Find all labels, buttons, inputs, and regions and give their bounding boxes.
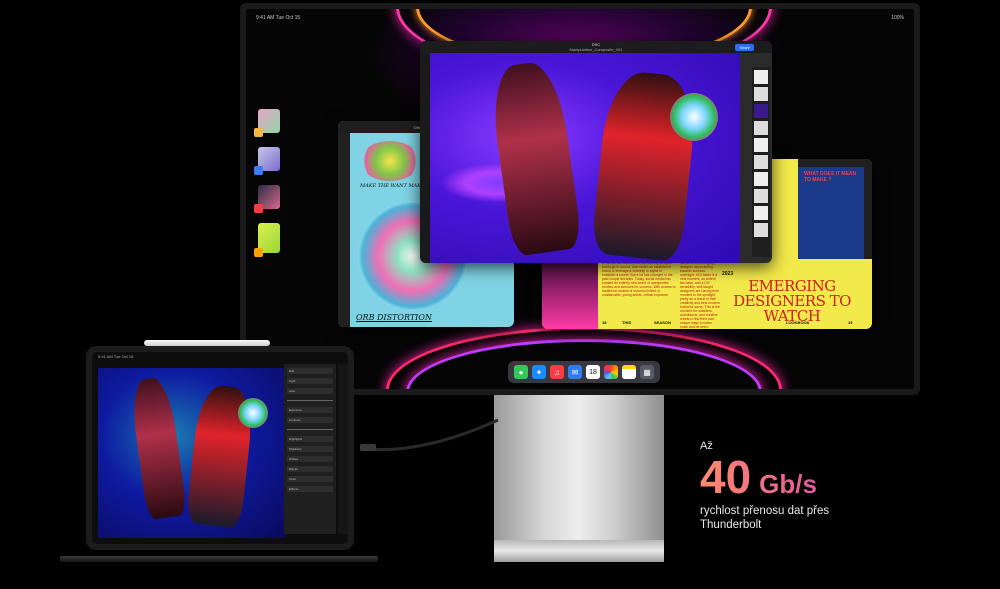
window-titlebar: DSC Manipulation_Composite_001 Share: [420, 41, 772, 53]
issue-year: 2023: [722, 271, 734, 277]
ipad-tool-sidebar[interactable]: [338, 364, 348, 534]
layer-thumb[interactable]: [754, 172, 768, 186]
layer-thumb[interactable]: [754, 104, 768, 118]
stage-manager-thumb[interactable]: [254, 185, 280, 213]
layer-thumb[interactable]: [754, 70, 768, 84]
footer-word: SEASON: [654, 320, 671, 325]
magic-keyboard: [60, 556, 378, 562]
panel-row[interactable]: Whites: [287, 456, 333, 462]
article-column: can send an emerging designer skyrocketi…: [680, 261, 721, 329]
cover-headline: WHAT DOES IT MEAN TO MAKE ?: [804, 171, 857, 183]
cover-image: WHAT DOES IT MEAN TO MAKE ?: [798, 159, 872, 259]
display-stand: [494, 395, 664, 550]
panel-row[interactable]: Effects: [287, 486, 333, 492]
panel-row[interactable]: Shadows: [287, 446, 333, 452]
status-time: 9:41 AM Tue Oct 15: [256, 15, 301, 21]
layer-thumb[interactable]: [754, 189, 768, 203]
mail-icon[interactable]: ✉: [568, 365, 582, 379]
display-screen: 9:41 AM Tue Oct 15 100% Orb Distortion M…: [246, 9, 914, 389]
ipad: 9:41 AM Tue Oct 15 Edit Light Auto Expos…: [86, 346, 354, 550]
layer-thumb[interactable]: [754, 138, 768, 152]
app-badge-icon: [254, 128, 263, 137]
artwork-orb-small: [360, 141, 420, 181]
tool-sidebar[interactable]: [338, 133, 350, 327]
layers-panel[interactable]: [752, 67, 770, 257]
music-badge-icon: [254, 204, 263, 213]
app-badge-icon: [254, 248, 263, 257]
spec-caption-line: rychlost přenosu dat přes: [700, 505, 830, 517]
contrast-slider[interactable]: [287, 429, 333, 430]
battery-status: 100%: [891, 15, 904, 21]
magazine-headline: EMERGING DESIGNERS TO WATCH: [733, 277, 851, 325]
tool-sidebar[interactable]: [864, 167, 872, 259]
layer-thumb[interactable]: [754, 223, 768, 237]
glass-orb: [670, 93, 718, 141]
messages-icon[interactable]: ●: [514, 365, 528, 379]
layer-thumb[interactable]: [754, 87, 768, 101]
layer-thumb[interactable]: [754, 155, 768, 169]
handwritten-title: ORB DISTORTION: [356, 313, 432, 322]
window-toolbar[interactable]: [798, 159, 872, 167]
panel-row[interactable]: Blacks: [287, 466, 333, 472]
studio-display: 9:41 AM Tue Oct 15 100% Orb Distortion M…: [240, 3, 920, 395]
glass-orb: [238, 398, 268, 428]
spec-unit: Gb/s: [759, 469, 817, 499]
photos-icon[interactable]: [604, 365, 618, 379]
document-name: Manipulation_Composite_001: [569, 47, 623, 52]
panel-row[interactable]: Exposure: [287, 407, 333, 413]
adjustments-panel[interactable]: Edit Light Auto Exposure Contrast Highli…: [284, 364, 336, 534]
notes-icon[interactable]: [622, 365, 636, 379]
panel-row[interactable]: Auto: [287, 388, 333, 394]
tool-sidebar[interactable]: [420, 53, 430, 263]
panel-row[interactable]: Light: [287, 378, 333, 384]
app-badge-icon: [254, 166, 263, 175]
stage-manager-thumb[interactable]: [254, 147, 280, 175]
page-number: 19: [848, 320, 853, 325]
photo-editor-window[interactable]: DSC Manipulation_Composite_001 Share: [420, 41, 772, 263]
dancer-figure: [487, 59, 583, 257]
safari-icon[interactable]: ✦: [532, 365, 546, 379]
stage-manager-thumb[interactable]: [254, 109, 280, 137]
photo-canvas[interactable]: [430, 53, 740, 263]
ipad-status-time: 9:41 AM Tue Oct 15: [98, 354, 134, 359]
panel-row[interactable]: Highlights: [287, 436, 333, 442]
panel-row[interactable]: Contrast: [287, 417, 333, 423]
spec-caption: rychlost přenosu dat přes Thunderbolt: [700, 504, 840, 532]
footer-label: LOOKBOOK: [786, 320, 810, 325]
panel-row[interactable]: Color: [287, 476, 333, 482]
display-stand-base: [494, 540, 664, 562]
calendar-icon[interactable]: 18: [586, 365, 600, 379]
page-number: 18: [602, 320, 607, 325]
app-library-icon[interactable]: ▦: [640, 365, 654, 379]
layer-thumb[interactable]: [754, 206, 768, 220]
ipad-photo-canvas[interactable]: [98, 368, 286, 538]
stage-manager-thumb[interactable]: [254, 223, 280, 257]
panel-row[interactable]: Edit: [287, 368, 333, 374]
music-icon[interactable]: ♫: [550, 365, 564, 379]
share-button[interactable]: Share: [735, 44, 754, 51]
thunderbolt-cable: [360, 418, 499, 452]
article-column: In the not too distant past, an aspiring…: [602, 261, 676, 297]
spec-caption-line: Thunderbolt: [700, 519, 762, 531]
dancer-figure: [128, 375, 188, 521]
dock: ● ✦ ♫ ✉ 18 ▦: [508, 361, 660, 383]
exposure-slider[interactable]: [287, 400, 333, 401]
layer-thumb[interactable]: [754, 121, 768, 135]
spec-callout: Až 40 Gb/s rychlost přenosu dat přes Thun…: [700, 440, 900, 532]
ipad-screen: 9:41 AM Tue Oct 15 Edit Light Auto Expos…: [92, 352, 348, 544]
footer-word: THIS: [622, 320, 632, 325]
spec-number: 40: [700, 451, 752, 503]
spec-speed: 40 Gb/s: [700, 454, 900, 500]
